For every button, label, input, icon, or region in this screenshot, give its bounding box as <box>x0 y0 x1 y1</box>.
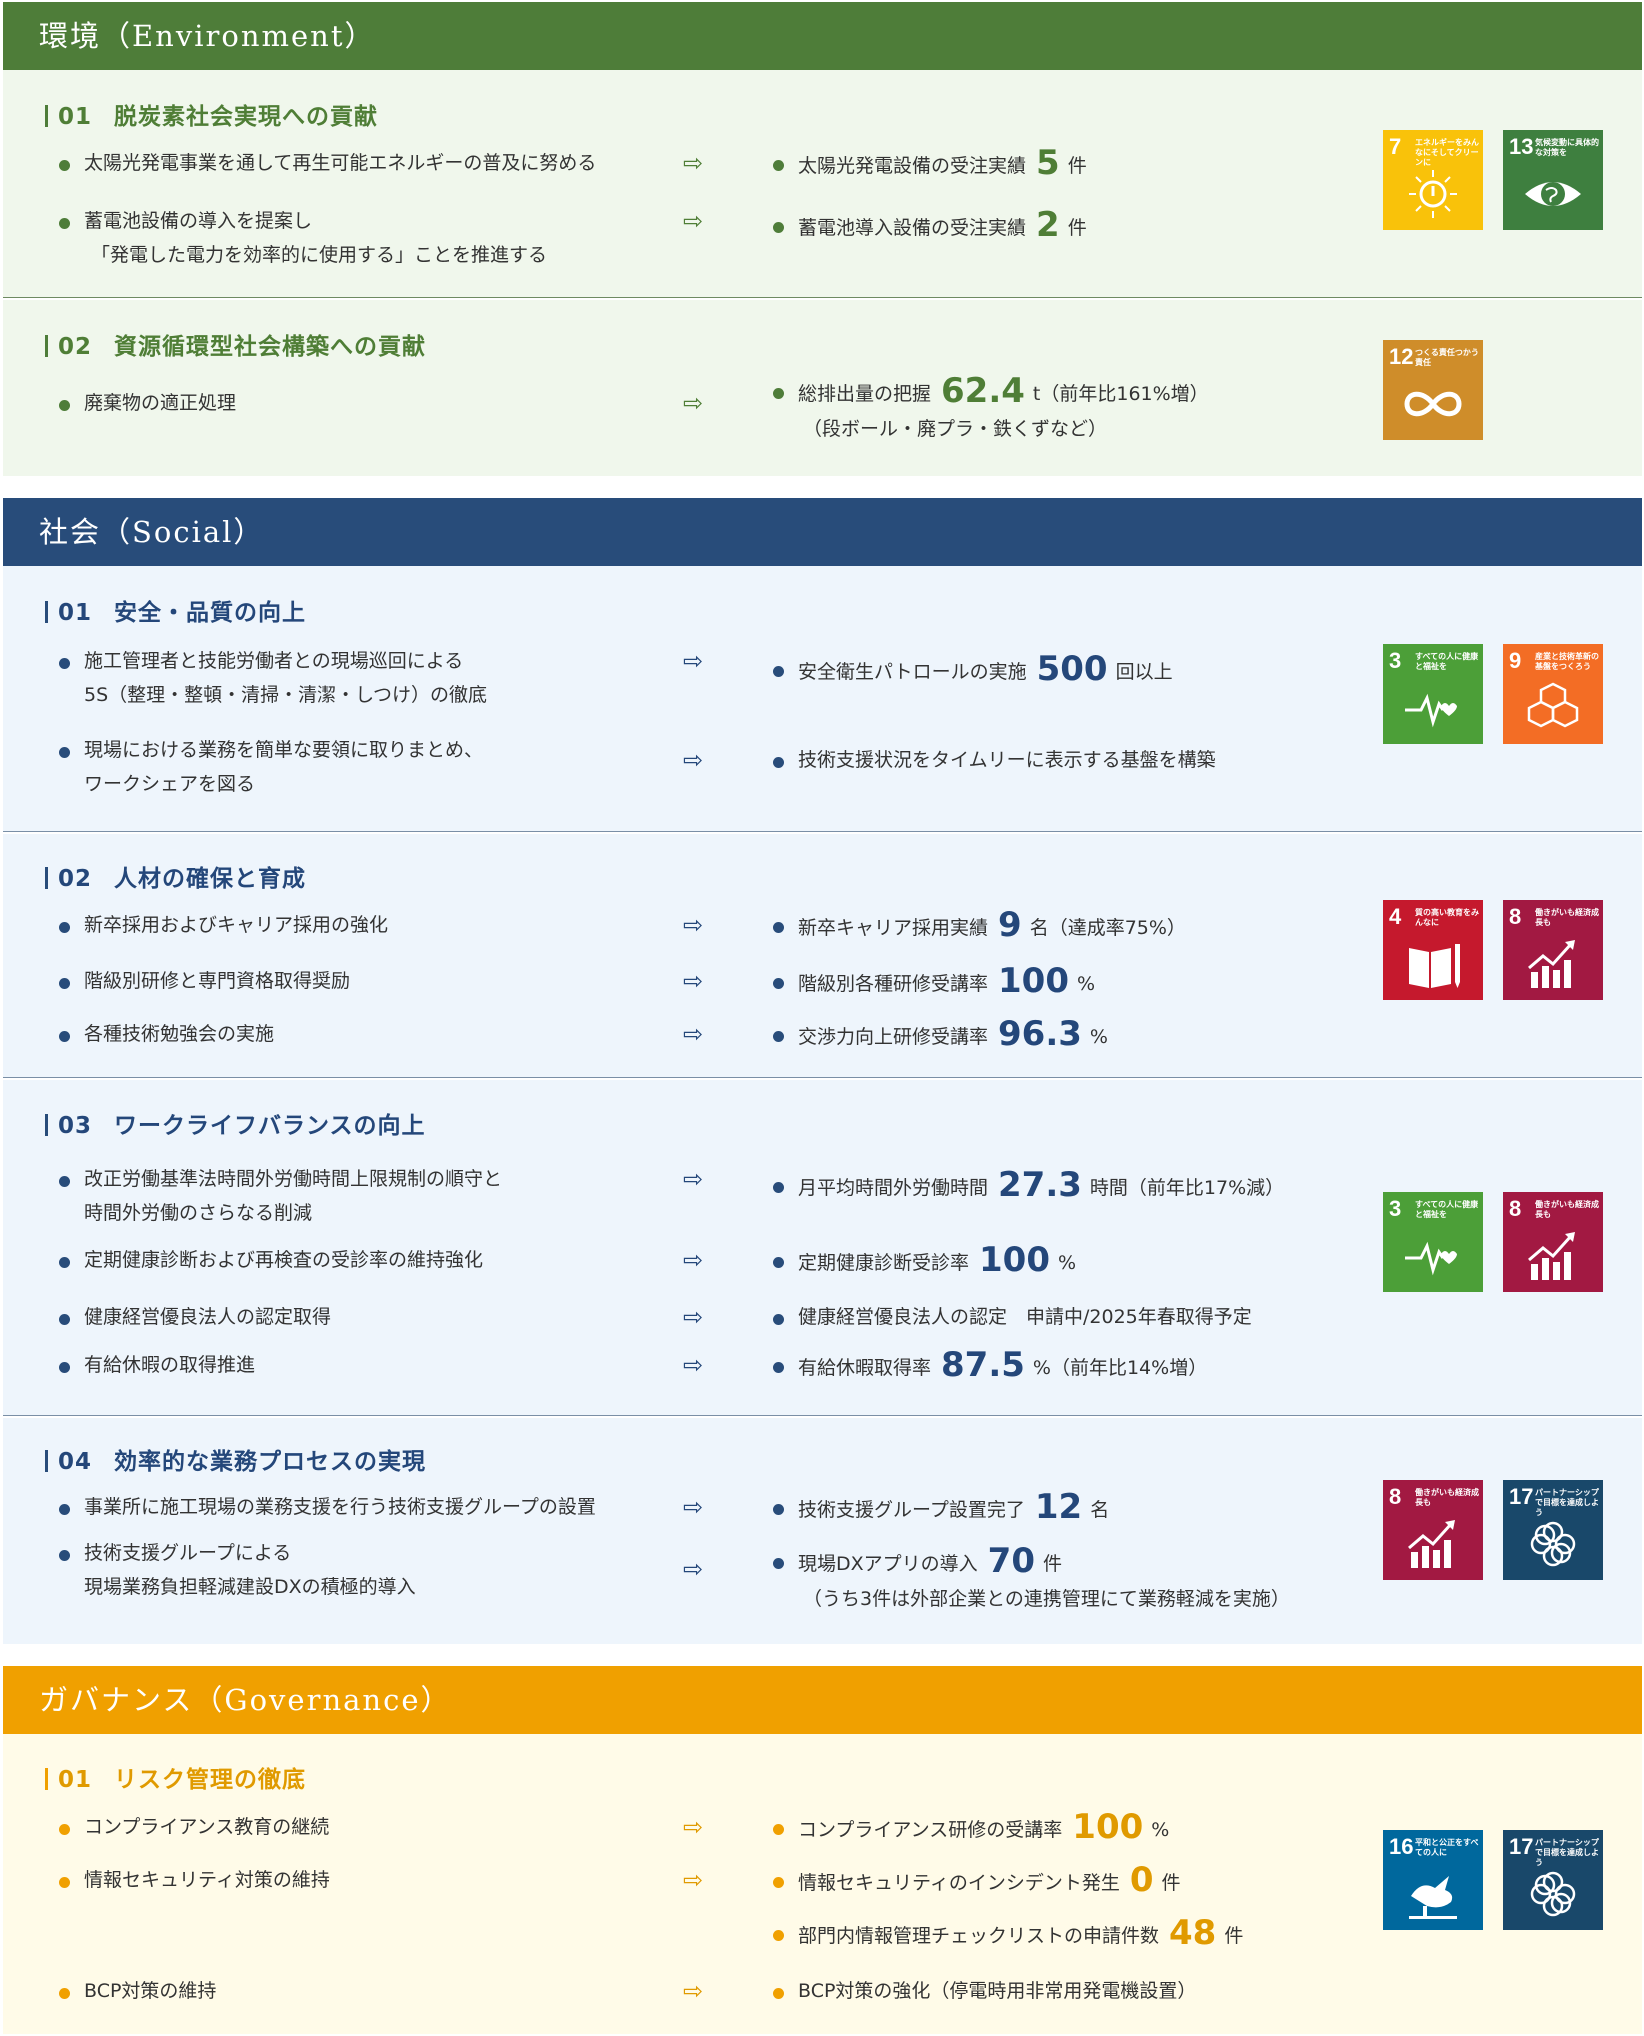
soc-02-right-3: 交渉力向上研修受講率 96.3% <box>773 1017 1108 1054</box>
gov-01-left-1: コンプライアンス教育の継続 <box>59 1810 329 1844</box>
gov-01-right-2: 情報セキュリティのインシデント発生 0 件 <box>773 1863 1181 1900</box>
social-header: 社会（Social） <box>3 498 1642 566</box>
arrow-icon: ⇨ <box>683 1165 704 1193</box>
env-02-left-1: 廃棄物の適正処理 <box>59 386 236 420</box>
arrow-icon: ⇨ <box>683 647 704 675</box>
environment-header: 環境（Environment） <box>3 2 1642 70</box>
arrow-icon: ⇨ <box>683 746 704 774</box>
soc-section-02: 02 人材の確保と育成 新卒採用およびキャリア採用の強化 ⇨ 新卒キャリア採用実績… <box>3 834 1642 1078</box>
arrow-icon: ⇨ <box>683 1555 704 1583</box>
sdg-3-icon: 3 すべての人に健康と福祉を <box>1383 644 1483 744</box>
arrow-icon: ⇨ <box>683 1813 704 1841</box>
env-01-right-1: 太陽光発電設備の受注実績 5 件 <box>773 146 1087 183</box>
arrow-icon: ⇨ <box>683 967 704 995</box>
env-section-01: 01 脱炭素社会実現への貢献 太陽光発電事業を通して再生可能エネルギーの普及に努め… <box>3 70 1642 298</box>
env-01-left-1: 太陽光発電事業を通して再生可能エネルギーの普及に努める <box>59 146 596 180</box>
sdg-3-icon: 3 すべての人に健康と福祉を <box>1383 1192 1483 1292</box>
arrow-icon: ⇨ <box>683 1866 704 1894</box>
arrow-icon: ⇨ <box>683 1303 704 1331</box>
sdg-17-icon: 17 パートナーシップで目標を達成しよう <box>1503 1830 1603 1930</box>
env-02-right-1: 総排出量の把握 62.4 t（前年比161%増） <box>773 374 1209 411</box>
soc-03-left-1: 改正労働基準法時間外労働時間上限規制の順守と 時間外労働のさらなる削減 <box>59 1162 502 1230</box>
soc-01-left-2: 現場における業務を簡単な要領に取りまとめ、 ワークシェアを図る <box>59 733 483 801</box>
sdg-8-icon: 8 働きがいも経済成長も <box>1383 1480 1483 1580</box>
sdg-16-icon: 16 平和と公正をすべての人に <box>1383 1830 1483 1930</box>
gov-01-heading: 01 リスク管理の徹底 <box>45 1760 306 1794</box>
gov-01-left-3: BCP対策の維持 <box>59 1974 216 2008</box>
soc-01-right-1: 安全衛生パトロールの実施 500 回以上 <box>773 652 1173 689</box>
soc-03-right-4: 有給休暇取得率 87.5 %（前年比14%増） <box>773 1348 1207 1385</box>
soc-02-heading: 02 人材の確保と育成 <box>45 859 306 893</box>
soc-03-heading: 03 ワークライフバランスの向上 <box>45 1106 426 1140</box>
soc-02-left-2: 階級別研修と専門資格取得奨励 <box>59 964 350 998</box>
soc-section-01: 01 安全・品質の向上 施工管理者と技能労働者との現場巡回による 5S（整理・整頓・… <box>3 566 1642 832</box>
soc-section-04: 04 効率的な業務プロセスの実現 事業所に施工現場の業務支援を行う技術支援グループ… <box>3 1418 1642 1644</box>
gov-section-01: 01 リスク管理の徹底 コンプライアンス教育の継続 ⇨ コンプライアンス研修の受講… <box>3 1734 1642 2034</box>
soc-03-right-3: 健康経営優良法人の認定 申請中/2025年春取得予定 <box>773 1300 1252 1334</box>
arrow-icon: ⇨ <box>683 911 704 939</box>
soc-03-right-2: 定期健康診断受診率 100% <box>773 1243 1076 1280</box>
sdg-17-icon: 17 パートナーシップで目標を達成しよう <box>1503 1480 1603 1580</box>
soc-02-right-2: 階級別各種研修受講率 100% <box>773 964 1095 1001</box>
gov-01-right-3: 部門内情報管理チェックリストの申請件数 48 件 <box>773 1916 1243 1953</box>
sdg-9-icon: 9 産業と技術革新の基盤をつくろう <box>1503 644 1603 744</box>
soc-03-left-4: 有給休暇の取得推進 <box>59 1348 255 1382</box>
gov-01-left-2: 情報セキュリティ対策の維持 <box>59 1863 330 1897</box>
soc-02-left-3: 各種技術勉強会の実施 <box>59 1017 274 1051</box>
gov-01-right-4: BCP対策の強化（停電時用非常用発電機設置） <box>773 1974 1196 2008</box>
soc-04-heading: 04 効率的な業務プロセスの実現 <box>45 1442 426 1476</box>
sdg-13-icon: 13 気候変動に具体的な対策を <box>1503 130 1603 230</box>
arrow-icon: ⇨ <box>683 1246 704 1274</box>
soc-03-right-1: 月平均時間外労働時間 27.3 時間（前年比17%減） <box>773 1168 1284 1205</box>
soc-01-heading: 01 安全・品質の向上 <box>45 593 306 627</box>
arrow-icon: ⇨ <box>683 389 704 417</box>
sdg-12-icon: 12 つくる責任つかう責任 <box>1383 340 1483 440</box>
arrow-icon: ⇨ <box>683 149 704 177</box>
governance-header: ガバナンス（Governance） <box>3 1666 1642 1734</box>
arrow-icon: ⇨ <box>683 1977 704 2005</box>
soc-01-left-1: 施工管理者と技能労働者との現場巡回による 5S（整理・整頓・清掃・清潔・しつけ）の… <box>59 644 487 712</box>
soc-04-left-1: 事業所に施工現場の業務支援を行う技術支援グループの設置 <box>59 1490 596 1524</box>
soc-02-left-1: 新卒採用およびキャリア採用の強化 <box>59 908 388 942</box>
arrow-icon: ⇨ <box>683 207 704 235</box>
env-01-heading: 01 脱炭素社会実現への貢献 <box>45 97 378 131</box>
gov-01-right-1: コンプライアンス研修の受講率 100% <box>773 1810 1169 1847</box>
sdg-7-icon: 7 エネルギーをみんなにそしてクリーンに <box>1383 130 1483 230</box>
soc-04-right-2: 現場DXアプリの導入 70 件 <box>773 1544 1062 1581</box>
env-02-heading: 02 資源循環型社会構築への貢献 <box>45 327 426 361</box>
soc-03-left-2: 定期健康診断および再検査の受診率の維持強化 <box>59 1243 483 1277</box>
arrow-icon: ⇨ <box>683 1020 704 1048</box>
env-02-right-note: （段ボール・廃プラ・鉄くずなど） <box>803 418 1108 440</box>
soc-02-right-1: 新卒キャリア採用実績 9 名（達成率75%） <box>773 908 1186 945</box>
env-01-left-2: 蓄電池設備の導入を提案し 「発電した電力を効率的に使用する」ことを推進する <box>59 204 547 272</box>
env-section-02: 02 資源循環型社会構築への貢献 廃棄物の適正処理 ⇨ 総排出量の把握 62.4 t（… <box>3 300 1642 476</box>
soc-04-right-1: 技術支援グループ設置完了 12 名 <box>773 1490 1109 1527</box>
sdg-8-icon: 8 働きがいも経済成長も <box>1503 1192 1603 1292</box>
soc-03-left-3: 健康経営優良法人の認定取得 <box>59 1300 331 1334</box>
sdg-4-icon: 4 質の高い教育をみんなに <box>1383 900 1483 1000</box>
soc-04-right-note: （うち3件は外部企業との連携管理にて業務軽減を実施） <box>803 1588 1290 1610</box>
soc-01-right-2: 技術支援状況をタイムリーに表示する基盤を構築 <box>773 743 1216 777</box>
sdg-8-icon: 8 働きがいも経済成長も <box>1503 900 1603 1000</box>
arrow-icon: ⇨ <box>683 1351 704 1379</box>
soc-section-03: 03 ワークライフバランスの向上 改正労働基準法時間外労働時間上限規制の順守と 時間… <box>3 1080 1642 1416</box>
env-01-right-2: 蓄電池導入設備の受注実績 2 件 <box>773 208 1087 245</box>
arrow-icon: ⇨ <box>683 1493 704 1521</box>
soc-04-left-2: 技術支援グループによる 現場業務負担軽減建設DXの積極的導入 <box>59 1536 416 1604</box>
